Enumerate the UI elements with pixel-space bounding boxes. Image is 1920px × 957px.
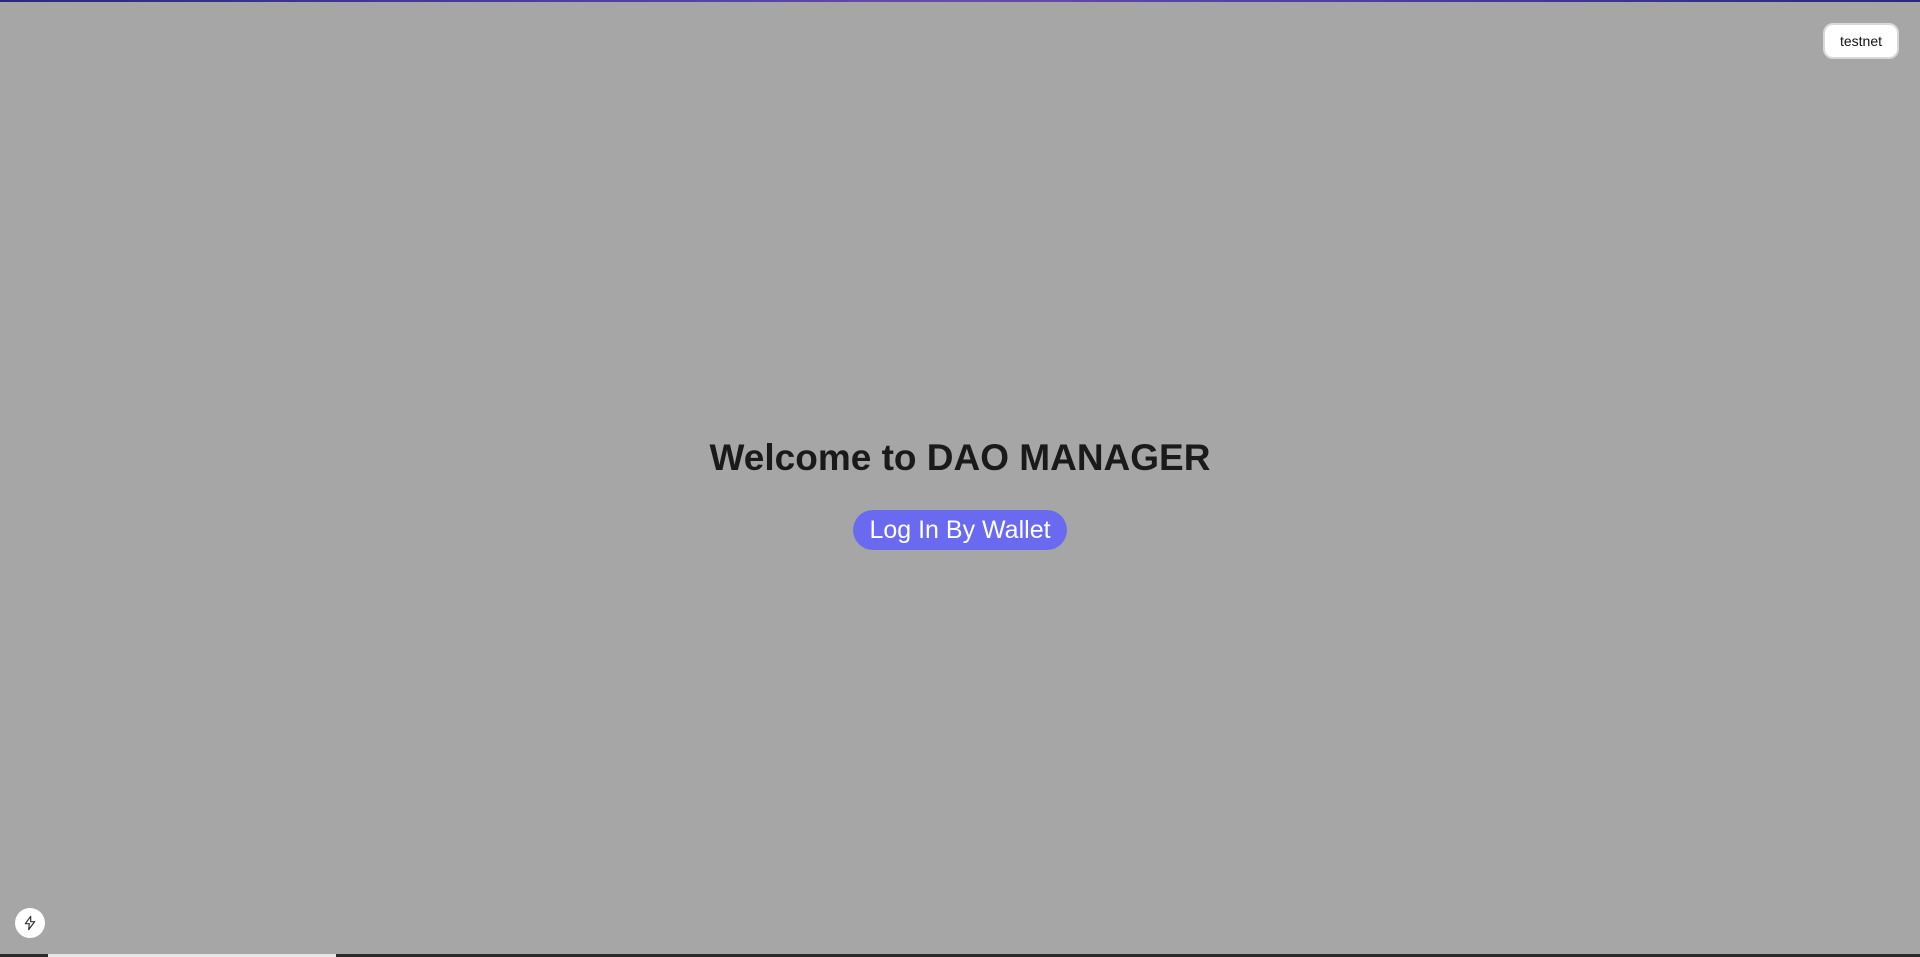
top-accent-bar [0, 0, 1920, 2]
login-by-wallet-button[interactable]: Log In By Wallet [853, 510, 1067, 550]
dev-tools-badge[interactable] [15, 908, 45, 938]
lightning-bolt-icon [24, 915, 36, 931]
welcome-panel: Welcome to DAO MANAGER Log In By Wallet [0, 432, 1920, 550]
page-title: Welcome to DAO MANAGER [709, 437, 1211, 478]
network-selector-button[interactable]: testnet [1823, 23, 1899, 59]
